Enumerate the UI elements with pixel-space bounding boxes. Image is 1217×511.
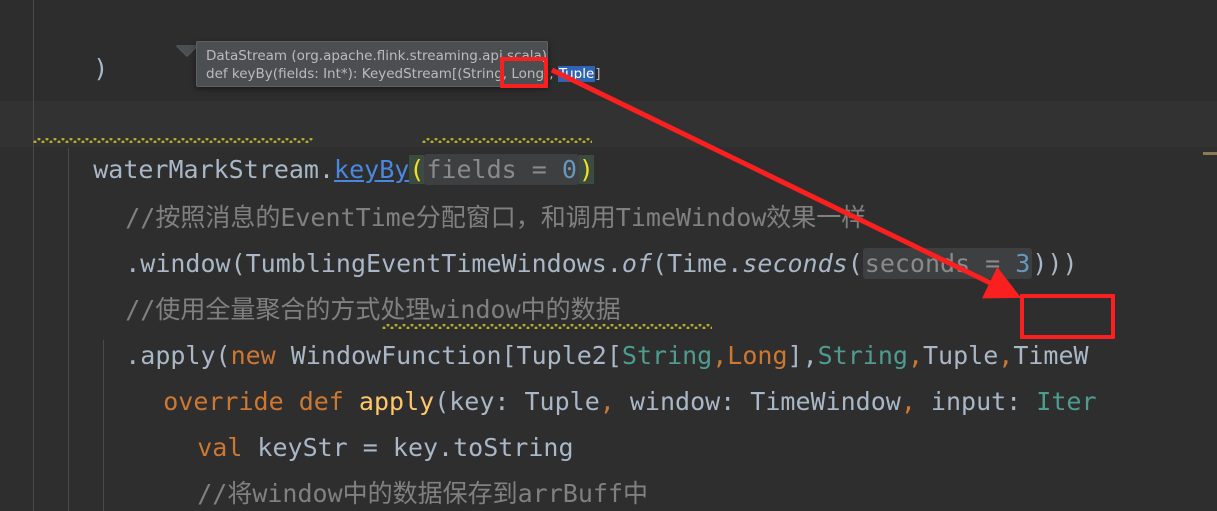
code-token-of: of bbox=[621, 249, 653, 278]
code-token-close-parens-3: ))) bbox=[1032, 249, 1078, 278]
tooltip-selected-tuple: Tuple bbox=[557, 66, 596, 82]
annotation-box-code-tuple bbox=[1020, 294, 1115, 339]
tooltip-line-signature: def keyBy(fields: Int*): KeyedStream[(St… bbox=[206, 65, 601, 83]
inlay-hint-seconds-label: seconds = bbox=[864, 249, 1016, 278]
warning-squiggle-line-1a bbox=[33, 138, 313, 143]
code-token-seconds-method: seconds bbox=[742, 249, 848, 278]
editor-screenshot: ) waterMarkStream.keyBy(fields = 0) //按照… bbox=[0, 0, 1217, 511]
warning-squiggle-line-5 bbox=[382, 324, 712, 329]
code-token-arg-three: 3 bbox=[1015, 249, 1031, 278]
inlay-hint-seconds: seconds = 3 bbox=[862, 248, 1033, 279]
code-token-comma-5: , bbox=[900, 387, 916, 416]
error-stripe-marker[interactable] bbox=[1203, 152, 1217, 155]
code-token-type-iterable-trunc: Iter bbox=[1036, 387, 1097, 416]
code-token-param-window: window: TimeWindow bbox=[614, 387, 901, 416]
code-token-param-input: input: bbox=[915, 387, 1037, 416]
documentation-tooltip: DataStream (org.apache.flink.streaming.a… bbox=[196, 41, 601, 87]
code-token-close-paren: ) bbox=[93, 54, 109, 83]
code-token-time: (Time. bbox=[652, 249, 743, 278]
code-token-paren-open-3: ( bbox=[847, 249, 863, 278]
code-token-comma-4: , bbox=[599, 387, 615, 416]
code-line-9: val arrBuff = ArrayBuffer[Long]() bbox=[137, 471, 694, 511]
tooltip-pointer-icon bbox=[176, 45, 198, 56]
annotation-box-tooltip-tuple bbox=[500, 57, 548, 88]
tooltip-line-qualified-name: DataStream (org.apache.flink.streaming.a… bbox=[206, 48, 548, 64]
tooltip-signature-suffix: ] bbox=[595, 66, 601, 82]
warning-squiggle-line-1b bbox=[422, 138, 592, 143]
